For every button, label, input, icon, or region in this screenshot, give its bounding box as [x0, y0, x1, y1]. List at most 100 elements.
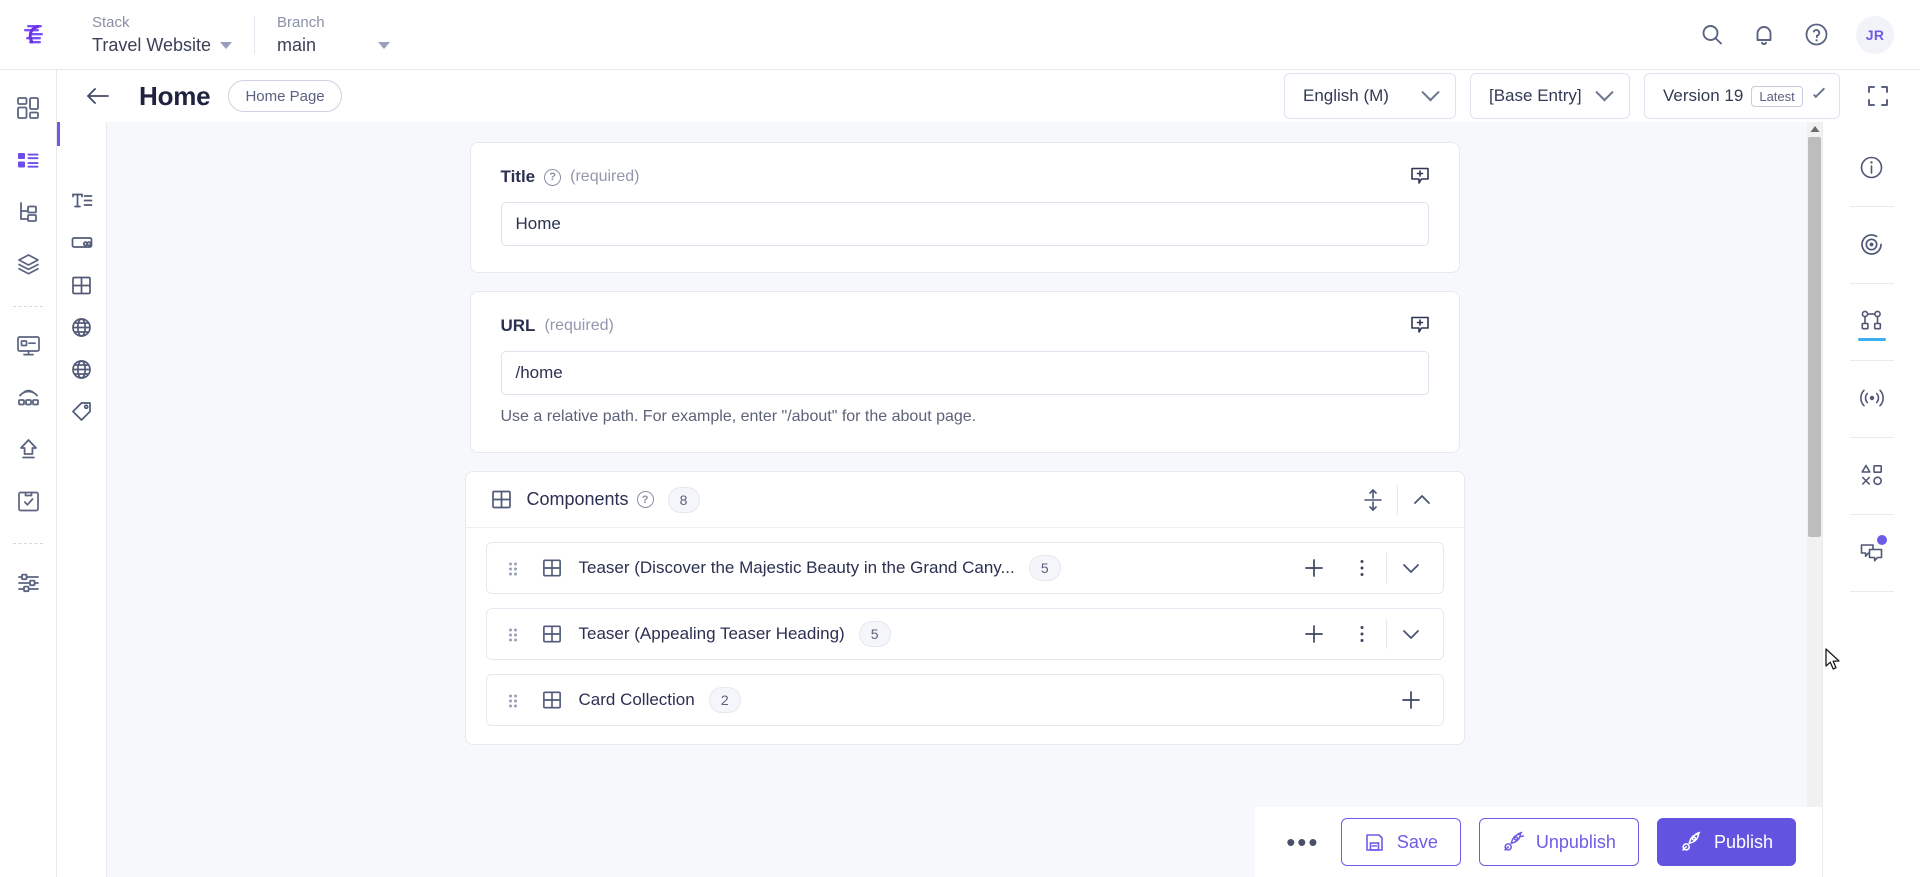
field-nav-global-field-2[interactable] [61, 348, 103, 390]
version-latest-tag: Latest [1751, 85, 1803, 107]
component-row-name: Card Collection [578, 690, 695, 709]
components-field-card: Components ? 8 Teaser (Discover the Maje… [464, 471, 1465, 745]
branch-selector[interactable]: Branch main [255, 13, 412, 57]
sidebar-item-publish-queue[interactable] [6, 427, 50, 471]
sidebar-item-variants[interactable] [1845, 217, 1899, 271]
component-row-count: 5 [1028, 555, 1061, 581]
component-row-actions [1387, 676, 1435, 724]
drag-handle-icon[interactable] [503, 624, 523, 644]
help-button[interactable] [1803, 21, 1830, 48]
sidebar-item-live-preview[interactable] [6, 323, 50, 367]
add-comment-icon [1410, 167, 1429, 184]
url-input[interactable]: /home [500, 351, 1429, 395]
drag-handle-icon[interactable] [503, 690, 523, 710]
sidebar-item-extensions[interactable] [1845, 448, 1899, 502]
field-nav-url[interactable] [61, 222, 103, 264]
unpublish-button-label: Unpublish [1535, 831, 1616, 852]
publish-button[interactable]: Publish [1656, 818, 1796, 866]
field-nav-taxonomy[interactable] [61, 390, 103, 432]
version-select[interactable]: Version 19 Latest [1644, 73, 1840, 119]
tag-icon [72, 401, 91, 421]
unpublish-rocket-icon [1504, 831, 1524, 851]
components-header: Components ? 8 [465, 472, 1464, 528]
field-nav-components[interactable] [61, 264, 103, 306]
user-avatar[interactable]: JR [1856, 15, 1894, 54]
sidebar-item-tasks[interactable] [6, 479, 50, 523]
app-logo[interactable] [0, 0, 70, 70]
url-field-comment-button[interactable] [1409, 314, 1431, 341]
component-row-expand-toggle[interactable] [1387, 610, 1435, 658]
content-type-badge[interactable]: Home Page [228, 80, 342, 112]
title-field-header: Title ? (required) [501, 167, 1429, 187]
sidebar-item-discussions[interactable] [1845, 525, 1899, 579]
component-row-actions [1290, 544, 1435, 592]
publish-queue-icon [19, 438, 37, 458]
fullscreen-button[interactable] [1854, 72, 1902, 120]
component-row-count: 2 [708, 687, 741, 713]
main-scrollbar[interactable] [1807, 122, 1822, 877]
sidebar-item-releases[interactable] [6, 375, 50, 419]
stack-selector[interactable]: Stack Travel Website [70, 13, 254, 57]
back-button[interactable] [85, 85, 111, 107]
sidebar-item-references[interactable] [1845, 294, 1899, 348]
field-nav-text[interactable] [61, 180, 103, 222]
help-icon[interactable]: ? [544, 168, 562, 186]
components-label: Components [526, 489, 629, 509]
target-icon [1861, 233, 1882, 255]
title-input-value: Home [515, 214, 561, 233]
add-component-button[interactable] [1290, 544, 1338, 592]
sidebar-item-dashboard[interactable] [6, 86, 50, 130]
branch-label: Branch [277, 13, 325, 31]
components-collapse-toggle[interactable] [1398, 476, 1446, 524]
entry-sidebar [1822, 122, 1920, 877]
drag-handle-icon[interactable] [503, 558, 523, 578]
scrollbar-up-arrow[interactable] [1807, 122, 1822, 136]
grip-dots-icon [508, 628, 517, 642]
component-row-menu-button[interactable] [1338, 610, 1386, 658]
chevron-down-icon [1402, 630, 1419, 639]
components-reorder-button[interactable] [1349, 476, 1397, 524]
notifications-button[interactable] [1751, 22, 1777, 48]
sidebar-item-assets[interactable] [6, 242, 50, 286]
more-actions-button[interactable]: ••• [1283, 822, 1323, 862]
component-row-expand-toggle[interactable] [1387, 544, 1435, 592]
chevron-down-icon [1812, 85, 1825, 98]
add-component-button[interactable] [1290, 610, 1338, 658]
title-input[interactable]: Home [500, 202, 1429, 246]
scrollbar-thumb[interactable] [1808, 137, 1821, 537]
component-row[interactable]: Teaser (Appealing Teaser Heading) 5 [485, 608, 1444, 660]
entry-variant-select[interactable]: [Base Entry] [1470, 73, 1630, 119]
title-field-required: (required) [570, 168, 640, 185]
unpublish-button[interactable]: Unpublish [1478, 818, 1639, 866]
chevron-down-icon [1402, 564, 1419, 573]
sidebar-item-settings[interactable] [6, 560, 50, 604]
page-title: Home [139, 80, 211, 111]
plus-icon [1304, 625, 1323, 643]
help-icon[interactable]: ? [636, 491, 654, 508]
checklist-icon [17, 491, 39, 511]
search-button[interactable] [1699, 22, 1725, 48]
entry-form: Title ? (required) Home URL (required) /… [107, 122, 1822, 877]
save-button[interactable]: Save [1340, 818, 1461, 866]
component-row-menu-button[interactable] [1338, 544, 1386, 592]
sidebar-item-publish-activity[interactable] [1845, 371, 1899, 425]
language-select[interactable]: English (M) [1284, 73, 1456, 119]
component-row[interactable]: Teaser (Discover the Majestic Beauty in … [485, 542, 1444, 594]
title-field-comment-button[interactable] [1409, 165, 1431, 192]
shapes-icon [1860, 464, 1882, 486]
sidebar-item-details[interactable] [1845, 140, 1899, 194]
add-component-button[interactable] [1387, 676, 1435, 724]
field-nav-global-field[interactable] [61, 306, 103, 348]
contentstack-logo-icon [24, 24, 43, 43]
url-field-header: URL (required) [501, 316, 1429, 336]
publish-rocket-icon [1682, 831, 1701, 851]
save-button-label: Save [1396, 831, 1438, 852]
sidebar-item-entries[interactable] [6, 138, 50, 182]
stack-label: Stack [92, 13, 130, 31]
text-field-icon [71, 193, 92, 208]
sidebar-item-content-models[interactable] [6, 190, 50, 234]
dashboard-icon [17, 97, 39, 119]
plus-icon [1401, 691, 1420, 709]
component-row[interactable]: Card Collection 2 [485, 674, 1444, 726]
stack-value: Travel Website [92, 34, 212, 55]
